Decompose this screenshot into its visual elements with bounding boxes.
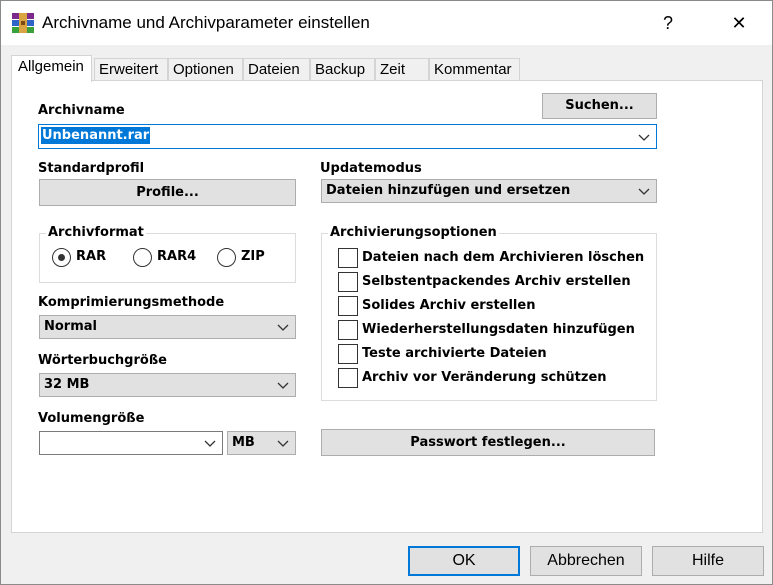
tab-optionen[interactable]: Optionen [168,58,243,81]
radio-zip-label: ZIP [241,249,265,264]
checkbox-box[interactable] [338,344,358,364]
dialog-window: Archivname und Archivparameter einstelle… [0,0,773,585]
chevron-down-icon[interactable] [277,321,289,333]
chevron-down-icon[interactable] [638,185,650,197]
archive-name-value[interactable]: Unbenannt.rar [41,127,151,144]
radio-circle[interactable] [217,248,236,267]
browse-button[interactable]: Suchen... [542,93,657,119]
radio-rar4[interactable]: RAR4 [133,248,203,268]
compression-value: Normal [44,319,97,334]
update-mode-value: Dateien hinzufügen und ersetzen [326,183,571,198]
checkbox-box[interactable] [338,272,358,292]
checkbox-label: Archiv vor Veränderung schützen [362,370,607,385]
archive-format-title: Archivformat [46,225,146,240]
window-title: Archivname und Archivparameter einstelle… [42,13,370,32]
checkbox-create-sfx[interactable]: Selbstentpackendes Archiv erstellen [338,272,638,292]
volume-unit-value: MB [232,435,255,450]
help-button[interactable]: Hilfe [652,546,764,576]
chevron-down-icon[interactable] [277,437,289,449]
volume-label: Volumengröße [38,411,145,426]
checkbox-label: Solides Archiv erstellen [362,298,536,313]
checkbox-box[interactable] [338,320,358,340]
tab-page-allgemein: Archivname Suchen... Unbenannt.rar Stand… [11,80,763,533]
checkbox-label: Wiederherstellungsdaten hinzufügen [362,322,635,337]
close-button[interactable]: ✕ [716,1,762,45]
radio-dot [58,254,65,261]
archiving-options-group: Archivierungsoptionen Dateien nach dem A… [321,225,657,401]
volume-unit-select[interactable]: MB [227,431,296,455]
title-bar: Archivname und Archivparameter einstelle… [1,1,772,45]
profiles-button[interactable]: Profile... [39,179,296,206]
checkbox-solid-archive[interactable]: Solides Archiv erstellen [338,296,638,316]
chevron-down-icon[interactable] [638,131,650,143]
checkbox-box[interactable] [338,248,358,268]
archive-name-label: Archivname [38,103,125,118]
checkbox-box[interactable] [338,368,358,388]
archive-name-combobox[interactable]: Unbenannt.rar [38,124,657,149]
dictionary-value: 32 MB [44,377,90,392]
chevron-down-icon[interactable] [204,437,216,449]
ok-button[interactable]: OK [408,546,520,576]
archive-format-group: Archivformat RAR RAR4 ZIP [39,225,296,283]
radio-circle[interactable] [133,248,152,267]
dictionary-select[interactable]: 32 MB [39,373,296,397]
update-mode-label: Updatemodus [320,161,422,176]
compression-select[interactable]: Normal [39,315,296,339]
archiving-options-title: Archivierungsoptionen [328,225,499,240]
checkbox-delete-after-archiving[interactable]: Dateien nach dem Archivieren löschen [338,248,644,268]
chevron-down-icon[interactable] [277,379,289,391]
tab-backup[interactable]: Backup [310,58,375,81]
compression-label: Komprimierungsmethode [38,295,225,310]
radio-zip[interactable]: ZIP [217,248,277,268]
checkbox-label: Selbstentpackendes Archiv erstellen [362,274,631,289]
tab-zeit[interactable]: Zeit [375,58,429,81]
winrar-app-icon [12,13,34,33]
set-password-button[interactable]: Passwort festlegen... [321,429,655,456]
volume-size-combobox[interactable] [39,431,223,455]
radio-rar[interactable]: RAR [52,248,112,268]
tab-kommentar[interactable]: Kommentar [429,58,520,81]
title-help-button[interactable]: ? [645,1,691,45]
checkbox-box[interactable] [338,296,358,316]
default-profile-label: Standardprofil [38,161,145,176]
tab-dateien[interactable]: Dateien [243,58,310,81]
update-mode-select[interactable]: Dateien hinzufügen und ersetzen [321,179,657,203]
checkbox-test-files[interactable]: Teste archivierte Dateien [338,344,638,364]
checkbox-label: Dateien nach dem Archivieren löschen [362,250,645,265]
radio-rar-label: RAR [76,249,107,264]
checkbox-label: Teste archivierte Dateien [362,346,547,361]
dictionary-label: Wörterbuchgröße [38,353,167,368]
cancel-button[interactable]: Abbrechen [530,546,642,576]
radio-rar4-label: RAR4 [157,249,197,264]
tab-erweitert[interactable]: Erweitert [94,58,168,81]
tab-allgemein[interactable]: Allgemein [11,55,92,82]
radio-circle-checked[interactable] [52,248,71,267]
checkbox-lock-archive[interactable]: Archiv vor Veränderung schützen [338,368,638,388]
checkbox-recovery-record[interactable]: Wiederherstellungsdaten hinzufügen [338,320,638,340]
